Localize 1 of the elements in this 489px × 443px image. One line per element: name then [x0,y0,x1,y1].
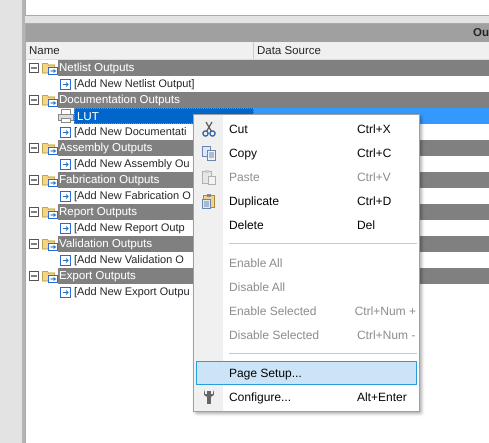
panel-header: Ou [26,24,489,42]
